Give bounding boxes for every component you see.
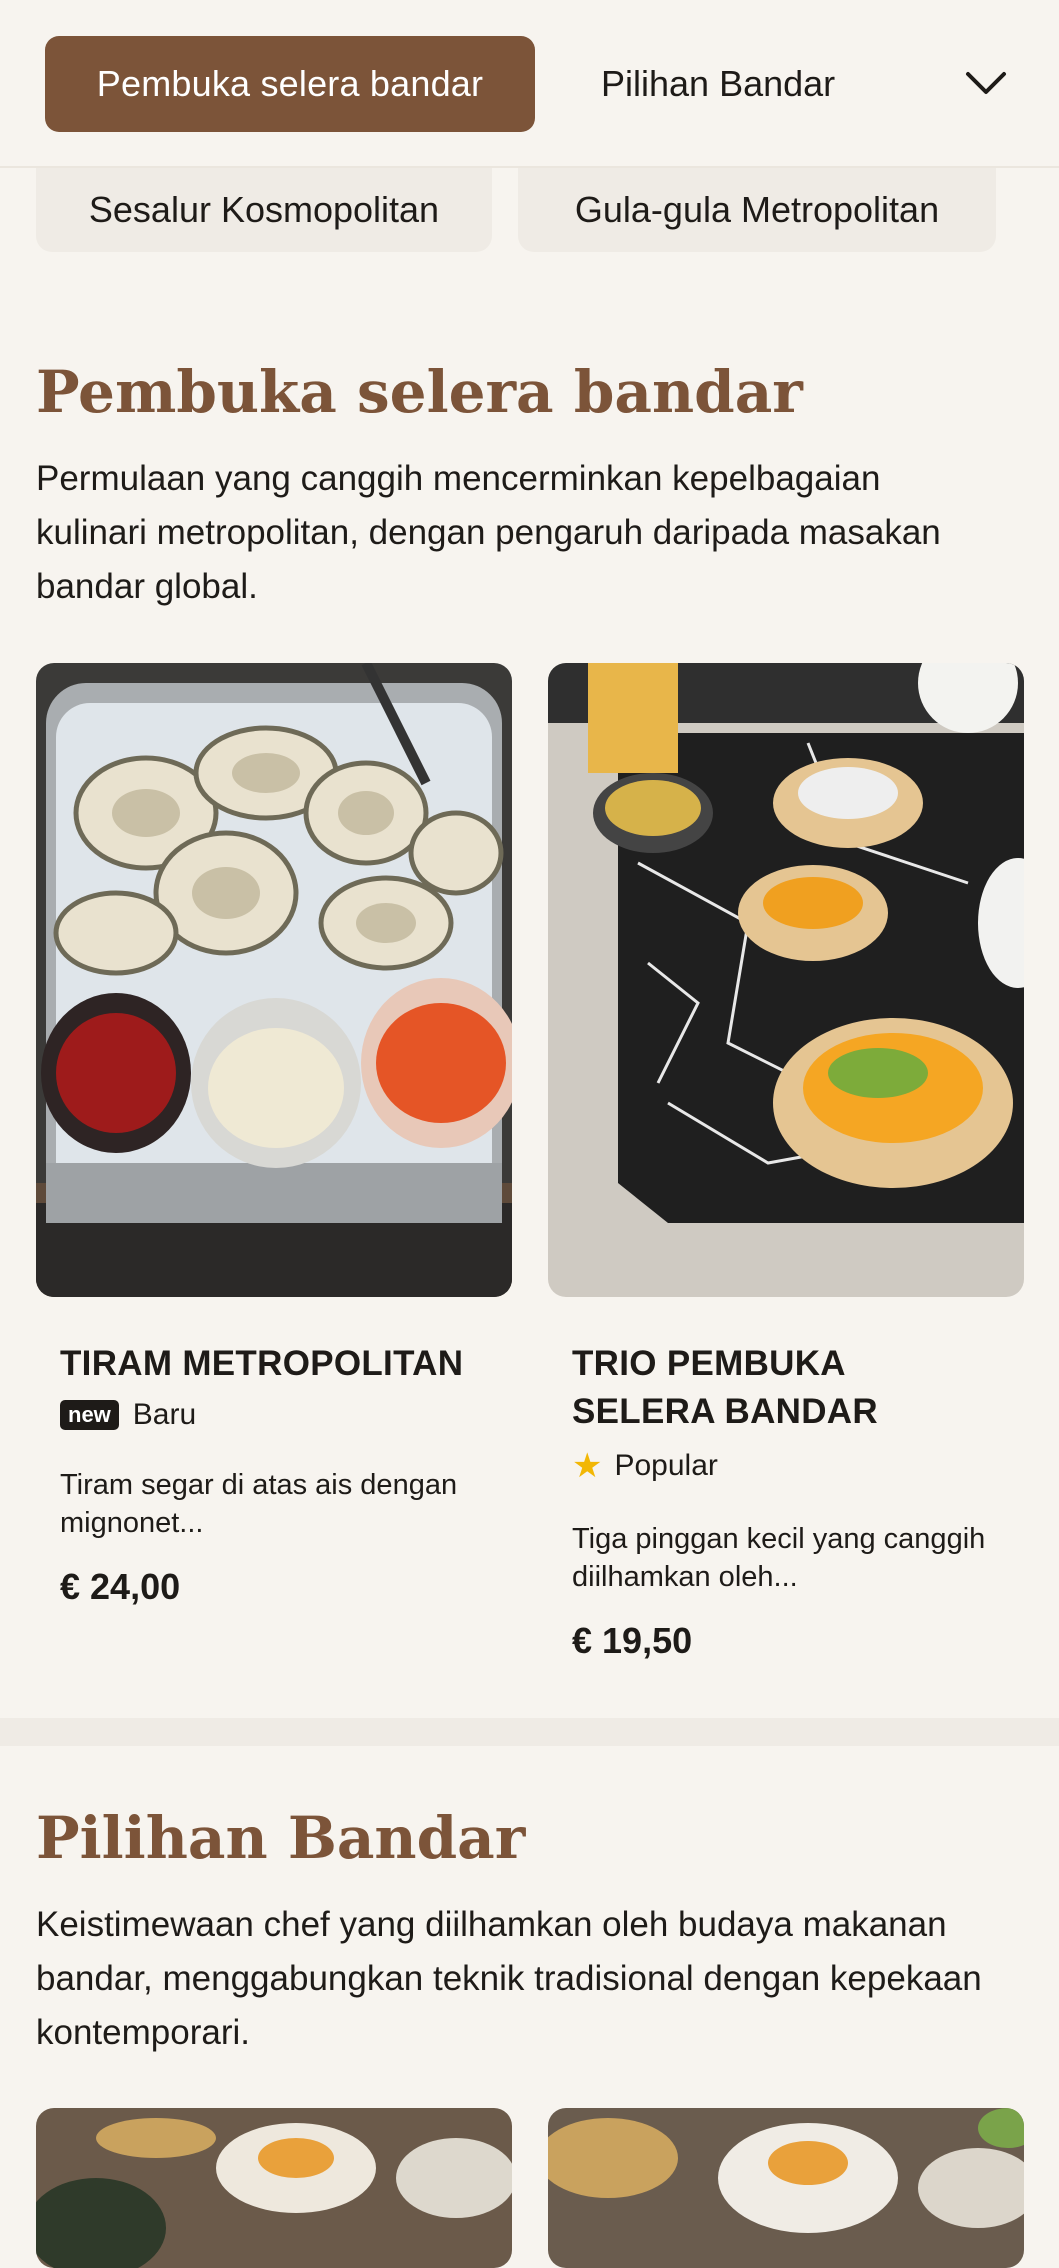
- item-name: TIRAM METROPOLITAN: [60, 1344, 464, 1383]
- section-description: Keistimewaan chef yang diilhamkan oleh b…: [36, 1905, 982, 2052]
- item-badge: ★ Popular: [572, 1446, 992, 1486]
- section-title: Pembuka selera bandar: [36, 358, 803, 426]
- trio-appetizer-image[interactable]: [548, 663, 1024, 1297]
- item-description: Tiga pinggan kecil yang canggih diilhamk…: [572, 1523, 986, 1593]
- section-description: Permulaan yang canggih mencerminkan kepe…: [36, 459, 941, 606]
- dish-image[interactable]: [548, 2108, 1024, 2268]
- star-icon: ★: [572, 1447, 603, 1485]
- category-chip-sesalur[interactable]: Sesalur Kosmopolitan: [36, 168, 492, 252]
- category-nav: Pembuka selera bandar Pilihan Bandar: [0, 0, 1059, 168]
- menu-item-card[interactable]: TIRAM METROPOLITAN new Baru Tiram segar …: [60, 1340, 480, 1608]
- section-divider: [0, 1718, 1059, 1746]
- item-badge: new Baru: [60, 1398, 480, 1432]
- category-chip-active[interactable]: Pembuka selera bandar: [45, 36, 535, 132]
- menu-item-card[interactable]: TRIO PEMBUKA SELERA BANDAR ★ Popular Tig…: [572, 1340, 992, 1662]
- chevron-down-icon[interactable]: [962, 60, 1010, 108]
- item-name: TRIO PEMBUKA SELERA BANDAR: [572, 1344, 878, 1431]
- badge-label: Baru: [132, 1398, 197, 1431]
- item-description: Tiram segar di atas ais dengan mignonet.…: [60, 1469, 458, 1539]
- section-title: Pilihan Bandar: [36, 1804, 526, 1872]
- oysters-image[interactable]: [36, 663, 512, 1297]
- category-chip-gula-gula[interactable]: Gula-gula Metropolitan: [518, 168, 996, 252]
- item-price: € 19,50: [572, 1620, 693, 1661]
- item-price: € 24,00: [60, 1566, 181, 1607]
- dish-image[interactable]: [36, 2108, 512, 2268]
- badge-label: Popular: [614, 1449, 718, 1482]
- category-chip-pilihan-bandar[interactable]: Pilihan Bandar: [601, 36, 835, 132]
- new-badge-icon: new: [60, 1400, 119, 1430]
